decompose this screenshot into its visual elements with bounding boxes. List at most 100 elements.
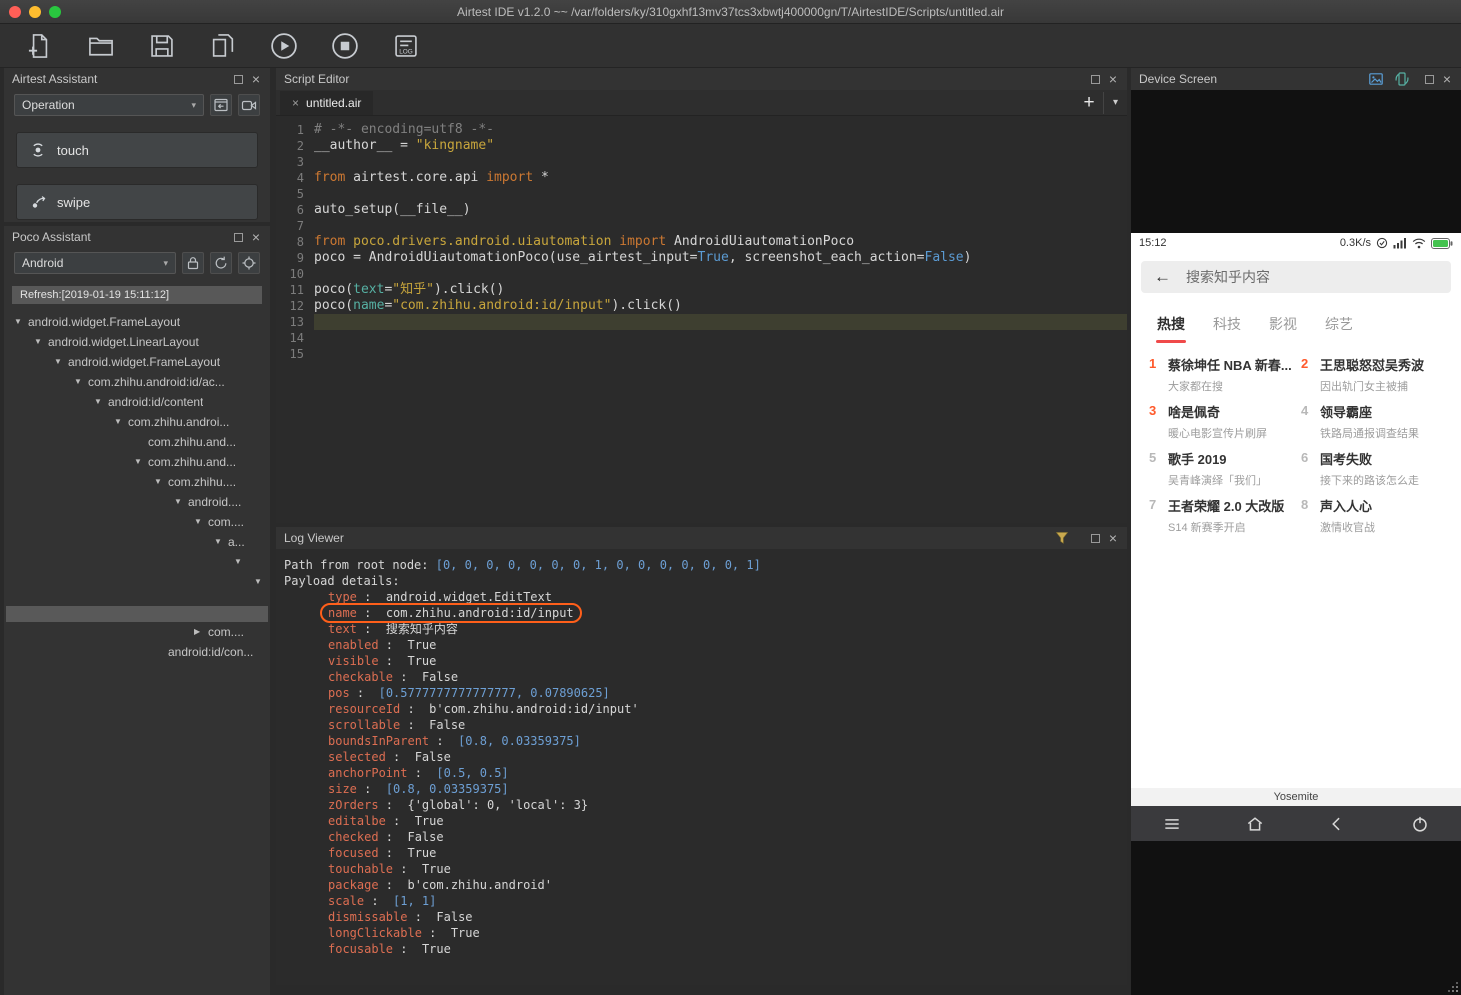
close-tab-icon[interactable]: × [292,96,299,110]
code-line[interactable]: # -*- encoding=utf8 -*- [314,122,1127,138]
close-panel-icon[interactable]: × [250,72,262,86]
device-mirror[interactable]: 15:12 0.3K/s ← 搜索知乎内容 热搜科技影视综艺 [1131,90,1461,995]
device-back-button[interactable] [1315,809,1359,839]
code-line[interactable]: poco = AndroidUiautomationPoco(use_airte… [314,250,1127,266]
float-panel-icon[interactable] [234,233,243,242]
code-line[interactable]: from airtest.core.api import * [314,170,1127,186]
tree-node[interactable]: ▼ [4,572,270,592]
tree-node[interactable]: ▼android.... [4,492,270,512]
refresh-tree-button[interactable] [210,252,232,274]
chevron-down-icon[interactable]: ▼ [174,492,188,512]
save-as-button[interactable] [207,30,239,62]
chevron-down-icon[interactable]: ▼ [214,532,228,552]
close-window-button[interactable] [9,6,21,18]
stop-script-button[interactable] [329,30,361,62]
poco-platform-select[interactable]: Android ▾ [14,252,176,274]
new-script-button[interactable] [24,30,56,62]
hot-search-item[interactable]: 3啥是佩奇暖心电影宣传片刷屏 [1149,402,1291,449]
code-line[interactable] [314,218,1127,234]
tree-node[interactable]: android:id/con... [4,642,270,662]
hot-search-item[interactable]: 2王思聪怒怼吴秀波因出轨门女主被捕 [1301,355,1443,402]
search-input[interactable]: ← 搜索知乎内容 [1141,261,1451,293]
hot-search-item[interactable]: 5歌手 2019吴青峰演绎「我们」 [1149,449,1291,496]
hot-search-item[interactable]: 7王者荣耀 2.0 大改版S14 新赛季开启 [1149,496,1291,543]
code-line[interactable] [314,314,1127,330]
close-panel-icon[interactable]: × [250,230,262,244]
chevron-down-icon[interactable]: ▼ [34,332,48,352]
tab-untitled-air[interactable]: × untitled.air [280,91,373,115]
touch-action-button[interactable]: touch [16,132,258,168]
back-arrow-icon[interactable]: ← [1154,267,1171,287]
run-script-button[interactable] [268,30,300,62]
float-panel-icon[interactable] [1091,75,1100,84]
log-button[interactable]: LOG [390,30,422,62]
tree-node[interactable]: ▼android.widget.FrameLayout [4,352,270,372]
tree-node[interactable]: ▼com.zhihu.... [4,472,270,492]
chevron-down-icon[interactable]: ▼ [74,372,88,392]
chevron-down-icon[interactable]: ▼ [14,312,28,332]
code-line[interactable]: __author__ = "kingname" [314,138,1127,154]
tree-node[interactable]: ▼com.zhihu.androi... [4,412,270,432]
save-script-button[interactable] [146,30,178,62]
device-menu-button[interactable] [1150,809,1194,839]
code-line[interactable] [314,266,1127,282]
float-panel-icon[interactable] [1091,534,1100,543]
chevron-down-icon[interactable]: ▼ [234,552,248,572]
chevron-down-icon[interactable]: ▼ [194,512,208,532]
tree-node[interactable]: ▼com.zhihu.android:id/ac... [4,372,270,392]
close-panel-icon[interactable]: × [1107,531,1119,545]
tree-node[interactable]: ▼android.widget.LinearLayout [4,332,270,352]
resize-grip[interactable] [1448,982,1458,992]
screenshot-button[interactable] [1366,70,1386,88]
operation-mode-select[interactable]: Operation ▾ [14,94,204,116]
hot-search-item[interactable]: 8声入人心激情收官战 [1301,496,1443,543]
record-button[interactable] [238,94,260,116]
chevron-down-icon[interactable]: ▼ [94,392,108,412]
hot-search-item[interactable]: 6国考失败接下来的路该怎么走 [1301,449,1443,496]
code-line[interactable] [314,186,1127,202]
float-panel-icon[interactable] [234,75,243,84]
chevron-down-icon[interactable]: ▼ [254,572,268,592]
chevron-right-icon[interactable]: ▶ [194,622,208,642]
fullscreen-window-button[interactable] [49,6,61,18]
close-panel-icon[interactable]: × [1107,72,1119,86]
chevron-down-icon[interactable]: ▼ [134,452,148,472]
new-tab-button[interactable]: + [1075,91,1103,115]
code-line[interactable] [314,330,1127,346]
code-line[interactable]: auto_setup(__file__) [314,202,1127,218]
float-panel-icon[interactable] [1425,75,1434,84]
tree-node[interactable]: ▼a... [4,532,270,552]
device-tab[interactable]: 热搜 [1157,314,1185,334]
tree-node[interactable]: ▼com.... [4,512,270,532]
device-tab[interactable]: 综艺 [1325,314,1353,334]
code-line[interactable]: from poco.drivers.android.uiautomation i… [314,234,1127,250]
chevron-down-icon[interactable]: ▼ [114,412,128,432]
chevron-down-icon[interactable]: ▼ [154,472,168,492]
open-script-button[interactable] [85,30,117,62]
tree-node[interactable]: com.zhihu.and... [4,432,270,452]
tree-node[interactable]: ▼android:id/content [4,392,270,412]
phone-screen[interactable]: 15:12 0.3K/s ← 搜索知乎内容 热搜科技影视综艺 [1131,233,1461,788]
log-filter-button[interactable] [1052,530,1072,546]
rotate-screen-button[interactable] [1392,70,1412,88]
chevron-down-icon[interactable]: ▼ [54,352,68,372]
minimize-window-button[interactable] [29,6,41,18]
tree-node[interactable]: ▶com.... [4,622,270,642]
tree-node[interactable]: ▼com.zhihu.and... [4,452,270,472]
code-line[interactable]: poco(name="com.z​hihu.android:id/input")… [314,298,1127,314]
code-editor[interactable]: 123456789101112131415 # -*- encoding=utf… [276,116,1127,523]
swipe-action-button[interactable]: swipe [16,184,258,220]
tree-node[interactable]: ▼android.widget.FrameLayout [4,312,270,332]
tab-list-dropdown[interactable]: ▾ [1103,92,1127,114]
poco-tree[interactable]: ▼android.widget.FrameLayout▼android.widg… [4,312,270,662]
close-panel-icon[interactable]: × [1441,72,1453,86]
tree-node[interactable] [6,606,268,622]
device-tab[interactable]: 影视 [1269,314,1297,334]
lock-button[interactable] [182,252,204,274]
code-line[interactable] [314,346,1127,362]
tree-node[interactable]: ▼ [4,552,270,572]
hot-search-item[interactable]: 1蔡徐坤任 NBA 新春...大家都在搜 [1149,355,1291,402]
device-tab[interactable]: 科技 [1213,314,1241,334]
code-line[interactable] [314,154,1127,170]
inspect-button[interactable] [238,252,260,274]
